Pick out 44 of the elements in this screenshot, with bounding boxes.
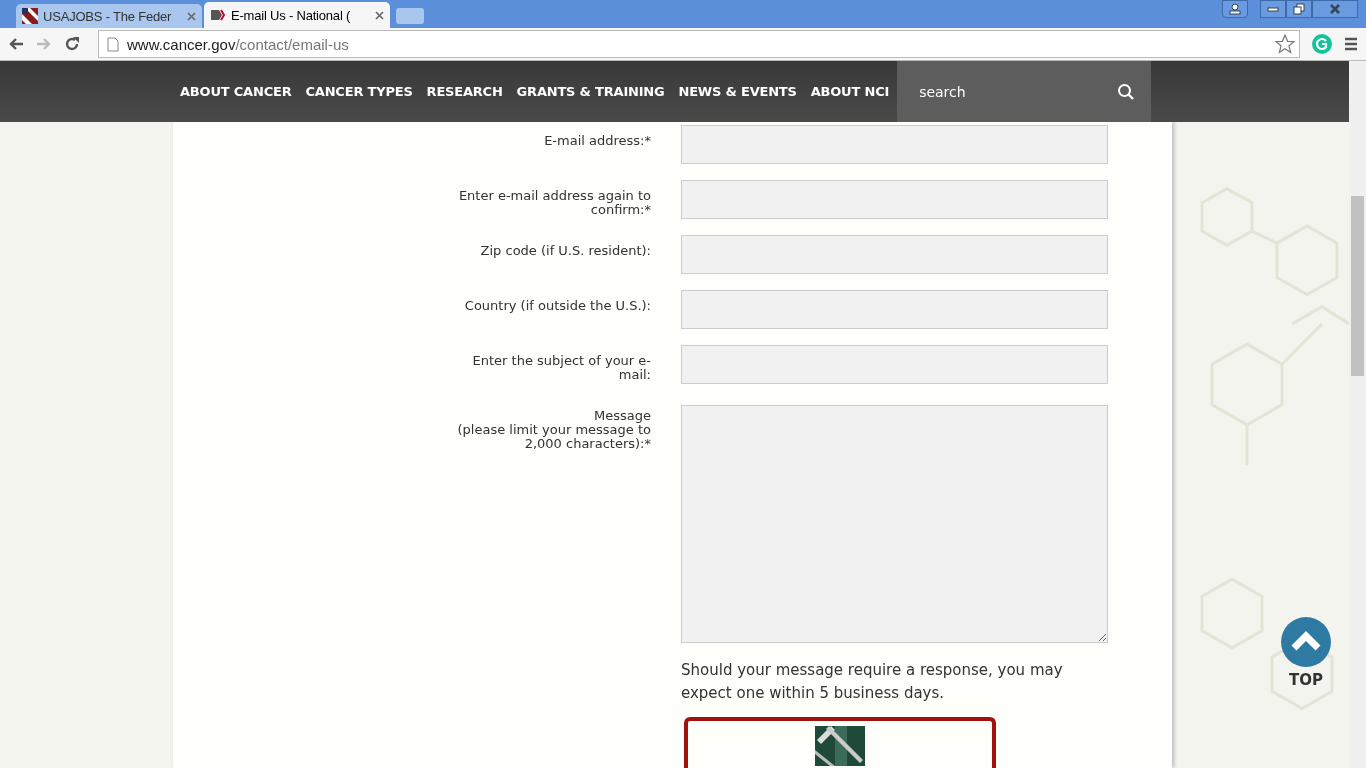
browser-tab[interactable]: E-mail Us - National ( xyxy=(204,2,390,28)
restore-icon xyxy=(1293,3,1305,15)
nav-link[interactable]: RESEARCH xyxy=(426,84,503,99)
page-icon xyxy=(210,7,226,23)
close-icon[interactable] xyxy=(375,10,384,20)
field-label: Enter e-mail address again to confirm:* xyxy=(457,187,651,217)
input-field[interactable] xyxy=(681,345,1108,384)
input-field[interactable] xyxy=(681,180,1108,219)
menu-icon[interactable] xyxy=(1344,37,1358,51)
flag-icon xyxy=(22,8,38,24)
nav-link[interactable]: NEWS & EVENTS xyxy=(678,84,797,99)
address-bar[interactable]: www.cancer.gov/contact/email-us xyxy=(98,30,1300,58)
forward-icon[interactable] xyxy=(36,36,52,52)
extension-icon[interactable] xyxy=(1312,34,1332,54)
field-label: E-mail address:* xyxy=(543,132,651,148)
minimize-icon xyxy=(1267,6,1279,12)
user-icon xyxy=(1229,3,1241,15)
field-label: Message (please limit your message to 2,000 characters):* xyxy=(456,407,651,451)
nav-link[interactable]: CANCER TYPES xyxy=(305,84,413,99)
message-field[interactable] xyxy=(681,405,1108,643)
scrollbar[interactable] xyxy=(1349,61,1366,768)
star-icon[interactable] xyxy=(1275,34,1295,54)
close-icon xyxy=(1329,3,1341,15)
nav-link[interactable]: ABOUT CANCER xyxy=(180,84,292,99)
field-label: Zip code (if U.S. resident): xyxy=(479,242,651,258)
reload-icon[interactable] xyxy=(64,36,80,52)
restore-button[interactable] xyxy=(1286,0,1312,18)
browser-tab[interactable]: USAJOBS - The Feder xyxy=(16,4,202,28)
close-icon[interactable] xyxy=(187,11,196,21)
close-window-button[interactable] xyxy=(1312,0,1358,18)
input-field[interactable] xyxy=(681,290,1108,329)
search-icon[interactable] xyxy=(1117,82,1136,101)
search-field[interactable]: search xyxy=(917,82,1118,101)
field-label: Enter the subject of your e-mail: xyxy=(471,352,651,382)
field-label: Country (if outside the U.S.): xyxy=(463,297,651,313)
input-field[interactable] xyxy=(681,235,1108,274)
page-icon xyxy=(107,36,119,52)
nav-link[interactable]: GRANTS & TRAINING xyxy=(516,84,665,99)
response-note: Should your message require a response, you may expect one within 5 business days. xyxy=(681,660,1064,704)
back-icon[interactable] xyxy=(8,36,24,52)
nav-link[interactable]: ABOUT NCI xyxy=(810,84,890,99)
user-button[interactable] xyxy=(1222,0,1248,18)
new-tab-button[interactable] xyxy=(396,8,424,24)
input-field[interactable] xyxy=(681,125,1108,164)
